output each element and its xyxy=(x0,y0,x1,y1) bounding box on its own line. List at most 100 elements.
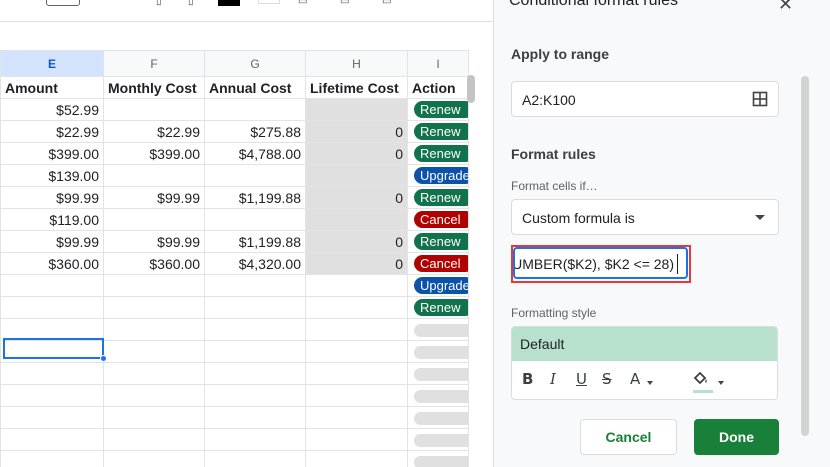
lifetime-cell[interactable]: 0 xyxy=(305,186,408,209)
action-chip[interactable] xyxy=(414,346,468,360)
action-chip[interactable] xyxy=(414,456,468,467)
action-cell[interactable]: Renew xyxy=(407,142,469,165)
text-color-swatch[interactable] xyxy=(218,0,240,6)
action-chip[interactable]: Cancel xyxy=(414,255,468,273)
bold-icon[interactable]: B xyxy=(522,370,533,388)
style-preset-dropdown[interactable]: Default xyxy=(512,327,777,361)
lifetime-cell[interactable] xyxy=(305,384,408,407)
amount-cell[interactable]: $52.99 xyxy=(0,98,104,121)
amount-cell[interactable]: $119.00 xyxy=(0,208,104,231)
monthly-cell[interactable] xyxy=(103,98,205,121)
column-header-g[interactable]: G xyxy=(204,50,306,77)
action-cell[interactable] xyxy=(407,450,469,467)
action-cell[interactable]: Upgrade xyxy=(407,274,469,297)
monthly-cell[interactable] xyxy=(103,450,205,467)
annual-cell[interactable] xyxy=(204,362,306,385)
header-cell[interactable]: Amount xyxy=(0,76,104,99)
underline-icon[interactable]: U xyxy=(576,370,587,388)
action-chip[interactable]: Renew xyxy=(414,299,468,317)
align-icon[interactable]: ▭ xyxy=(382,0,391,7)
fill-handle[interactable] xyxy=(100,355,107,362)
amount-cell[interactable]: $139.00 xyxy=(0,164,104,187)
monthly-cell[interactable] xyxy=(103,340,205,363)
action-chip[interactable]: Renew xyxy=(414,123,468,141)
amount-cell[interactable] xyxy=(0,362,104,385)
annual-cell[interactable] xyxy=(204,406,306,429)
header-cell[interactable]: Annual Cost xyxy=(204,76,306,99)
close-icon[interactable]: ✕ xyxy=(778,0,793,15)
header-cell[interactable]: Action xyxy=(407,76,469,99)
action-chip[interactable]: Cancel xyxy=(414,211,468,229)
action-cell[interactable] xyxy=(407,406,469,429)
annual-cell[interactable] xyxy=(204,340,306,363)
lifetime-cell[interactable]: 0 xyxy=(305,230,408,253)
amount-cell[interactable] xyxy=(0,406,104,429)
done-button[interactable]: Done xyxy=(694,419,779,455)
amount-cell[interactable] xyxy=(0,296,104,319)
annual-cell[interactable]: $275.88 xyxy=(204,120,306,143)
lifetime-cell[interactable]: 0 xyxy=(305,142,408,165)
lifetime-cell[interactable] xyxy=(305,318,408,341)
monthly-cell[interactable] xyxy=(103,296,205,319)
amount-cell[interactable] xyxy=(0,428,104,451)
action-cell[interactable]: Renew xyxy=(407,98,469,121)
monthly-cell[interactable] xyxy=(103,274,205,297)
condition-select[interactable]: Custom formula is xyxy=(511,199,779,235)
monthly-cell[interactable]: $99.99 xyxy=(103,230,205,253)
action-cell[interactable] xyxy=(407,362,469,385)
fill-color-icon[interactable] xyxy=(692,369,710,387)
panel-scrollbar[interactable] xyxy=(801,76,809,436)
grid-scrollbar[interactable] xyxy=(467,75,475,103)
header-cell[interactable]: Monthly Cost xyxy=(103,76,205,99)
italic-icon[interactable]: I xyxy=(550,370,556,388)
action-cell[interactable]: Cancel xyxy=(407,252,469,275)
amount-cell[interactable] xyxy=(0,384,104,407)
action-chip[interactable] xyxy=(414,434,468,448)
lifetime-cell[interactable] xyxy=(305,98,408,121)
lifetime-cell[interactable] xyxy=(305,208,408,231)
borders-icon[interactable]: ▭ xyxy=(298,0,307,7)
amount-cell[interactable] xyxy=(0,318,104,341)
action-chip[interactable]: Renew xyxy=(414,189,468,207)
action-chip[interactable] xyxy=(414,390,468,404)
annual-cell[interactable] xyxy=(204,296,306,319)
annual-cell[interactable]: $4,320.00 xyxy=(204,252,306,275)
lifetime-cell[interactable] xyxy=(305,362,408,385)
action-chip[interactable] xyxy=(414,412,468,426)
amount-cell[interactable]: $99.99 xyxy=(0,230,104,253)
custom-formula-input[interactable]: NUMBER($K2), $K2 <= 28) xyxy=(513,247,688,279)
action-cell[interactable] xyxy=(407,384,469,407)
grid-select-icon[interactable] xyxy=(752,91,768,107)
fill-color-swatch[interactable] xyxy=(258,0,280,4)
lifetime-cell[interactable]: 0 xyxy=(305,120,408,143)
cancel-button[interactable]: Cancel xyxy=(580,419,677,455)
amount-cell[interactable]: $22.99 xyxy=(0,120,104,143)
annual-cell[interactable]: $1,199.88 xyxy=(204,186,306,209)
lifetime-cell[interactable] xyxy=(305,450,408,467)
lifetime-cell[interactable]: 0 xyxy=(305,252,408,275)
amount-cell[interactable] xyxy=(0,274,104,297)
action-chip[interactable]: Renew xyxy=(414,101,468,119)
lifetime-cell[interactable] xyxy=(305,164,408,187)
annual-cell[interactable] xyxy=(204,98,306,121)
lifetime-cell[interactable] xyxy=(305,406,408,429)
action-chip[interactable]: Renew xyxy=(414,233,468,251)
monthly-cell[interactable]: $360.00 xyxy=(103,252,205,275)
text-color-icon[interactable]: A xyxy=(630,370,640,388)
action-cell[interactable]: Renew xyxy=(407,230,469,253)
lifetime-cell[interactable] xyxy=(305,274,408,297)
amount-cell[interactable] xyxy=(0,340,104,363)
annual-cell[interactable] xyxy=(204,450,306,467)
monthly-cell[interactable] xyxy=(103,208,205,231)
amount-cell[interactable]: $360.00 xyxy=(0,252,104,275)
lifetime-cell[interactable] xyxy=(305,296,408,319)
annual-cell[interactable] xyxy=(204,428,306,451)
font-size-box[interactable] xyxy=(46,0,80,6)
monthly-cell[interactable]: $22.99 xyxy=(103,120,205,143)
header-cell[interactable]: Lifetime Cost xyxy=(305,76,408,99)
monthly-cell[interactable] xyxy=(103,318,205,341)
column-header-i[interactable]: I xyxy=(407,50,469,77)
action-cell[interactable]: Upgrade xyxy=(407,164,469,187)
strikethrough-icon[interactable]: S xyxy=(602,370,612,388)
action-cell[interactable] xyxy=(407,340,469,363)
